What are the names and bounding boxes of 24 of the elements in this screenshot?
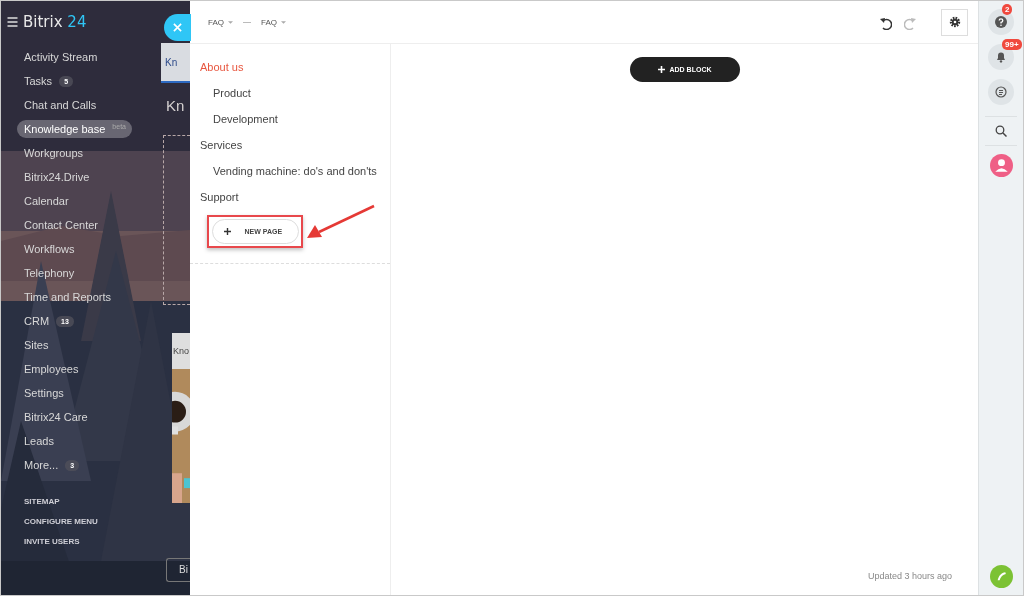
- bell-icon: [995, 51, 1007, 63]
- page-link[interactable]: Services: [190, 137, 390, 163]
- plus-icon: [223, 228, 231, 235]
- help-icon: [995, 16, 1007, 28]
- chat-button[interactable]: [988, 79, 1014, 105]
- plus-icon: [657, 66, 665, 73]
- search-icon[interactable]: [995, 125, 1007, 137]
- counter-badge: 2: [1002, 4, 1013, 15]
- chat-icon: [995, 86, 1007, 98]
- annotation-arrow: [307, 204, 375, 238]
- avatar-icon[interactable]: [989, 154, 1013, 177]
- settings-icon: [948, 16, 961, 28]
- page-link[interactable]: Product: [190, 85, 390, 111]
- breadcrumb-item[interactable]: FAQ: [261, 17, 278, 27]
- separator-line: [243, 21, 251, 23]
- page-link[interactable]: Development: [190, 111, 390, 137]
- page-link[interactable]: About us: [190, 59, 390, 85]
- page-link[interactable]: Vending machine: do's and don'ts: [190, 163, 390, 189]
- status-text: Updated 3 hours ago: [867, 571, 952, 581]
- page-link[interactable]: Support: [190, 189, 390, 215]
- breadcrumb-item[interactable]: FAQ: [208, 17, 224, 27]
- help-button[interactable]: [988, 9, 1014, 35]
- settings-button[interactable]: [941, 8, 968, 36]
- counter-badge: 99+: [1002, 39, 1022, 50]
